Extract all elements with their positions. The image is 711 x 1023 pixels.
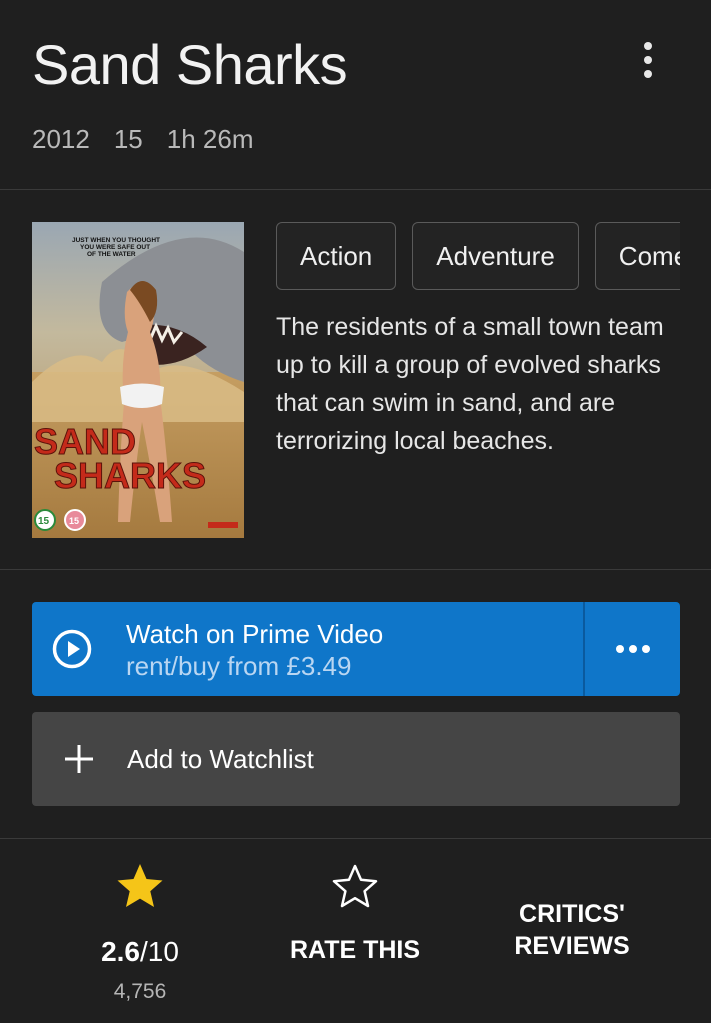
more-horizontal-icon[interactable]: [585, 602, 680, 696]
genre-chip[interactable]: Action: [276, 222, 397, 290]
plot-summary: The residents of a small town team up to…: [276, 313, 664, 455]
rate-this-button[interactable]: RATE THIS: [270, 862, 440, 965]
watchlist-label: Add to Watchlist: [127, 744, 314, 774]
release-year: 2012: [32, 124, 90, 154]
plus-icon: [65, 745, 93, 773]
poster-title-line2: SHARKS: [54, 455, 206, 496]
divider: [0, 569, 711, 570]
title-details-page: Sand Sharks 2012 15 1h 26m JUST WHEN YOU…: [0, 0, 711, 1023]
critics-reviews-label: CRITICS' REVIEWS: [514, 900, 630, 960]
vote-count: 4,756: [113, 980, 167, 1003]
page-title: Sand Sharks: [32, 33, 348, 96]
more-vertical-icon[interactable]: [632, 38, 664, 82]
genre-chips: Action Adventure Comedy: [276, 222, 680, 290]
watch-on-prime-button[interactable]: Watch on Prime Video rent/buy from £3.49: [32, 602, 680, 696]
svg-text:15: 15: [69, 516, 79, 526]
poster-tagline: JUST WHEN YOU THOUGHT: [72, 237, 160, 244]
poster-rating-badge: 15: [38, 516, 50, 527]
genre-chip[interactable]: Adventure: [412, 222, 579, 290]
title-metadata: 2012 15 1h 26m: [32, 124, 254, 155]
runtime: 1h 26m: [166, 124, 254, 154]
watch-price: rent/buy from £3.49: [126, 651, 352, 681]
poster-image[interactable]: JUST WHEN YOU THOUGHT YOU WERE SAFE OUT …: [32, 222, 244, 538]
certificate: 15: [113, 124, 143, 154]
svg-text:YOU WERE SAFE OUT: YOU WERE SAFE OUT: [80, 244, 150, 251]
imdb-rating[interactable]: 2.6/10 4,756: [60, 862, 220, 1004]
play-circle-icon: [52, 629, 92, 669]
critics-reviews-button[interactable]: CRITICS' REVIEWS: [487, 862, 657, 962]
rate-this-label: RATE THIS: [289, 936, 421, 964]
star-outline-icon: [332, 864, 378, 908]
star-filled-icon: [117, 864, 163, 907]
svg-text:OF THE WATER: OF THE WATER: [87, 251, 136, 258]
genre-chip[interactable]: Comedy: [594, 222, 680, 290]
divider: [0, 189, 711, 190]
rating-score: 2.6/10: [101, 936, 179, 967]
divider: [0, 838, 711, 839]
watch-title: Watch on Prime Video: [126, 619, 384, 649]
add-to-watchlist-button[interactable]: Add to Watchlist: [32, 712, 680, 806]
watch-main-area[interactable]: Watch on Prime Video rent/buy from £3.49: [32, 602, 583, 696]
